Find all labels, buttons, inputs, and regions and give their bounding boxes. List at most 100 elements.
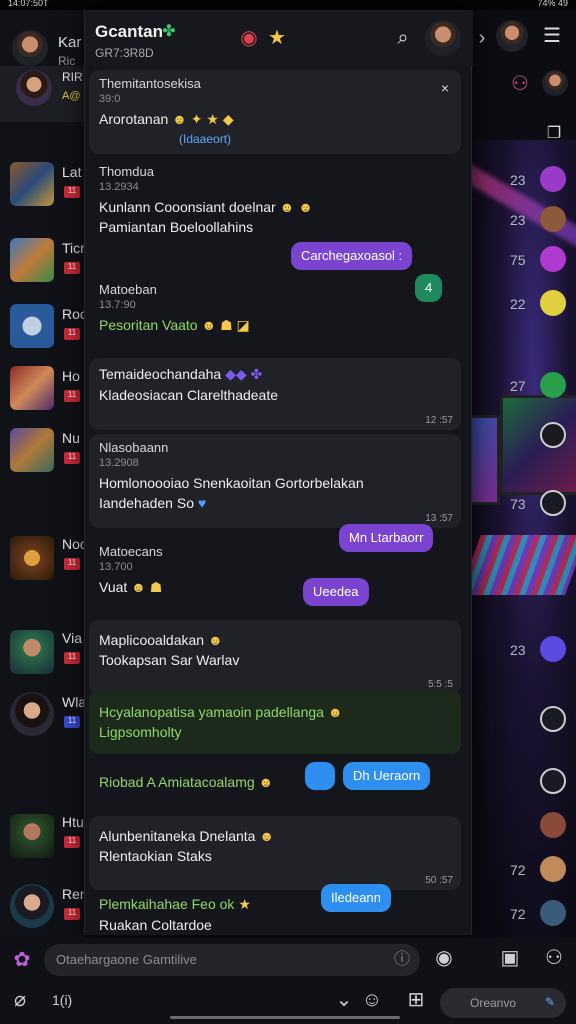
avatar — [542, 70, 568, 96]
people-icon[interactable]: ⚇ — [540, 944, 568, 972]
list-item[interactable]: 23 — [470, 200, 576, 240]
message-bubble[interactable]: Maplicooaldakan ☻ Tookapsan Sar Warlav 5… — [89, 620, 461, 694]
list-item[interactable] — [470, 762, 576, 802]
unread-badge: 11 — [64, 908, 80, 920]
block-icon — [540, 706, 566, 732]
list-item[interactable]: ❐ — [470, 116, 576, 156]
emoji-icon[interactable]: ☺ — [358, 986, 386, 1014]
list-item[interactable]: Ho 11 — [0, 364, 84, 420]
avatar — [540, 900, 566, 926]
close-icon[interactable]: × — [433, 76, 457, 100]
compass-icon — [540, 768, 566, 794]
grid-icon[interactable]: ⊞ — [402, 986, 430, 1014]
message-text: Plemkaihahae Feo ok ★ — [99, 896, 451, 913]
attach-icon[interactable]: ⌀ — [6, 986, 34, 1014]
list-item-name: Wla — [62, 694, 87, 710]
message-meta: 13.700 — [99, 561, 133, 573]
list-item[interactable]: Noc 11 — [0, 532, 87, 588]
avatar[interactable] — [425, 20, 461, 56]
list-item[interactable]: 73 — [470, 484, 576, 524]
clover-icon: ✤ — [162, 23, 176, 40]
list-item[interactable]: Via 11 — [0, 626, 84, 682]
message-bubble[interactable]: Matoeban 13.7:90 Pesoritan Vaato ☻ ☗ ◪ — [89, 276, 461, 350]
action-chip[interactable] — [305, 762, 335, 790]
avatar[interactable] — [12, 30, 48, 66]
calendar-icon[interactable]: ▣ — [496, 944, 524, 972]
list-item[interactable]: Lat 11 — [0, 160, 84, 216]
message-line: Vuat — [99, 579, 128, 595]
right-header: › ☰ — [470, 20, 576, 60]
message-input[interactable]: Otaehargaone Gamtilive ⓘ — [44, 944, 420, 976]
search-icon[interactable]: ⌕ — [391, 26, 415, 50]
message-line: Tookapsan Sar Warlav — [99, 652, 240, 668]
message-text: Ruakan Coltardoe — [99, 917, 451, 933]
sticker-icon[interactable]: ✿ — [8, 946, 36, 974]
list-item[interactable]: 72 — [470, 850, 576, 890]
copy-icon[interactable]: ❐ — [542, 122, 566, 146]
list-item[interactable]: 75 — [470, 240, 576, 280]
list-item[interactable]: RIR A@ — [0, 66, 84, 122]
chat-time: 23 — [510, 642, 526, 658]
reaction-chip[interactable]: Dh Ueraorn — [343, 762, 431, 790]
chevron-down-icon[interactable]: ⌄ — [330, 986, 358, 1014]
microphone-icon[interactable]: ◉ — [430, 944, 458, 972]
message-line: Plemkaihahae Feo ok — [99, 896, 235, 912]
message-link[interactable]: (Idaaeort) — [179, 132, 451, 146]
list-item[interactable]: Wla 11 — [0, 690, 87, 746]
game-avatar — [10, 304, 54, 348]
avatar — [16, 70, 52, 106]
menu-icon[interactable]: ☰ — [540, 24, 564, 48]
message-line: Kladeosiacan Clarelthadeate — [99, 387, 279, 403]
message-bubble[interactable]: Hcyalanopatisa yamaoin padellanga ☻ Ligp… — [89, 690, 461, 754]
message-bubble[interactable]: Matoecans 13.700 Vuat ☻ ☗ — [89, 538, 461, 604]
info-icon[interactable]: ⓘ — [388, 946, 416, 974]
chat-title[interactable]: Gcantan — [95, 22, 163, 42]
unread-badge: 11 — [64, 836, 80, 848]
list-item[interactable]: Nu 11 — [0, 426, 84, 482]
list-item[interactable]: Ticr 11 — [0, 236, 85, 292]
message-bubble[interactable]: Temaideochandaha ◆◆ ✤ Kladeosiacan Clare… — [89, 358, 461, 430]
pen-icon[interactable]: ✎ — [536, 988, 564, 1016]
emoji-icon: ☻ — [259, 828, 275, 844]
list-item[interactable]: Htu 11 — [0, 810, 84, 866]
message-line: Iandehaden So — [99, 495, 194, 511]
avatar — [10, 884, 54, 928]
tab-pill[interactable]: Oreanvo ✎ — [440, 988, 566, 1018]
list-item[interactable]: 23 — [470, 630, 576, 670]
message-meta: 13.7:90 — [99, 299, 136, 311]
message-line: Kunlann Cooonsiant doelnar — [99, 199, 276, 215]
chevron-right-icon[interactable]: › — [470, 26, 494, 50]
message-text: Tookapsan Sar Warlav — [99, 652, 451, 668]
message-bubble[interactable]: Thomdua 13.2934 Kunlann Cooonsiant doeln… — [89, 158, 461, 246]
message-bubble[interactable]: Alunbenitaneka Dnelanta ☻ Rlentaokian St… — [89, 816, 461, 890]
list-item[interactable]: 72 — [470, 894, 576, 934]
list-item[interactable]: Roc 11 — [0, 302, 87, 358]
reaction-chip[interactable]: Carchegaxoasol : — [291, 242, 413, 270]
message-text: Iandehaden So ♥ — [99, 495, 451, 511]
message-bubble[interactable]: Plemkaihahae Feo ok ★ Ruakan Coltardoe — [89, 884, 461, 934]
reaction-chip[interactable]: Ueedea — [303, 578, 369, 606]
list-item[interactable]: 22 — [470, 284, 576, 324]
emoji-icon: ☻ — [327, 704, 343, 720]
heart-icon: ♥ — [197, 495, 207, 511]
message-text: Kunlann Cooonsiant doelnar ☻ ☻ — [99, 199, 451, 215]
message-line: Riobad A Amiatacoalamg — [99, 774, 255, 790]
game-avatar — [10, 238, 54, 282]
message-bubble[interactable]: Nlasobaann 13.2908 Homlonoooiao Snenkaoi… — [89, 434, 461, 528]
list-item[interactable]: Ren 11 — [0, 882, 88, 938]
status-bar: 14:07:50T 74% 49 — [0, 0, 576, 10]
avatar[interactable] — [496, 20, 528, 52]
message-sender: Matoeban — [99, 282, 157, 297]
emoji-icon: ☻ ☗ ◪ — [201, 317, 250, 333]
list-item[interactable] — [470, 416, 576, 456]
list-item[interactable] — [470, 806, 576, 846]
status-battery: 74% 49 — [537, 0, 568, 8]
list-item[interactable]: 27 — [470, 366, 576, 406]
list-item[interactable]: ⚇ — [470, 66, 576, 106]
message-line: Arorotanan — [99, 111, 169, 127]
list-item[interactable]: 23 — [470, 160, 576, 200]
list-item[interactable] — [470, 700, 576, 740]
message-text: Maplicooaldakan ☻ — [99, 632, 451, 648]
chat-time: 73 — [510, 496, 526, 512]
message-bubble[interactable]: Themitantosekisa 39:0 Arorotanan ☻ ✦ ★ ◆… — [89, 70, 461, 154]
